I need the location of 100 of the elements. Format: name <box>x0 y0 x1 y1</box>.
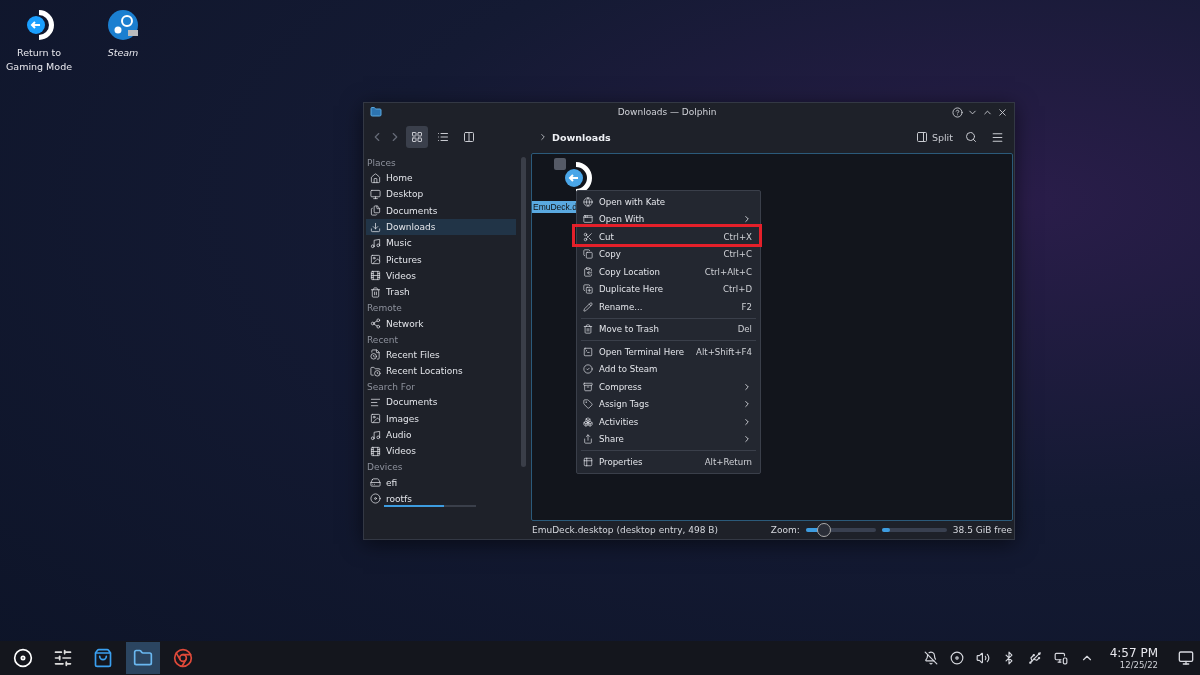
place-icon <box>370 318 381 329</box>
menu-item[interactable]: Properties Alt+Return <box>577 453 760 471</box>
menu-item[interactable]: Open Terminal Here Alt+Shift+F4 <box>577 343 760 361</box>
desktop-icon-label[interactable]: Steam <box>107 46 139 60</box>
details-view-icon <box>437 131 449 143</box>
menu-item[interactable]: Cut Ctrl+X <box>577 228 760 246</box>
menu-item-icon <box>583 364 593 375</box>
menu-item[interactable]: Rename... F2 <box>577 298 760 316</box>
sidebar-item[interactable]: Pictures <box>366 251 516 268</box>
file-name[interactable]: EmuDeck.d <box>532 201 578 213</box>
search-icon <box>965 131 977 143</box>
sidebar-item[interactable]: Audio <box>366 426 516 444</box>
sidebar-item[interactable]: Documents <box>366 202 516 219</box>
sidebar-item[interactable]: Images <box>366 410 516 427</box>
menu-item[interactable]: Open With <box>577 210 760 228</box>
menu-item-icon <box>583 284 593 295</box>
menu-item-icon <box>583 301 593 312</box>
sidebar-item[interactable]: Home <box>366 170 516 187</box>
menu-item[interactable]: Add to Steam <box>577 360 760 378</box>
menu-icon <box>990 130 1004 144</box>
clock-time[interactable]: 4:57 PM <box>1109 646 1158 660</box>
menu-item-icon <box>583 416 593 427</box>
free-space-text: 38.5 GiB free <box>952 525 1012 535</box>
sidebar-item[interactable]: Recent Files <box>366 346 516 363</box>
place-icon <box>370 254 381 266</box>
place-icon <box>370 477 381 489</box>
sidebar-heading: Search For <box>366 381 416 395</box>
place-icon <box>370 413 381 425</box>
menu-item[interactable]: Activities <box>577 413 760 431</box>
place-icon <box>370 270 381 282</box>
menu-item-icon <box>583 266 593 277</box>
status-text: EmuDeck.desktop (desktop entry, 498 B) <box>532 525 719 535</box>
sidebar-item[interactable]: Trash <box>366 284 516 301</box>
sidebar-item[interactable]: Downloads <box>366 218 516 236</box>
place-icon <box>370 172 381 184</box>
menu-item-icon <box>583 231 593 242</box>
shopping-bag-icon <box>93 648 113 668</box>
place-icon <box>370 205 381 217</box>
menu-item-icon <box>583 324 593 335</box>
view-mode-button[interactable] <box>406 126 428 148</box>
sidebar-item[interactable]: Network <box>366 315 516 332</box>
sidebar-item[interactable]: Videos <box>366 443 516 460</box>
breadcrumb[interactable]: Downloads <box>552 131 611 143</box>
menu-item-icon <box>583 196 593 207</box>
sidebar-item[interactable]: Desktop <box>366 186 516 203</box>
menu-item[interactable]: Move to Trash Del <box>577 320 760 338</box>
sidebar-heading: Recent <box>366 333 400 347</box>
place-icon <box>370 429 381 441</box>
menu-item[interactable]: Copy Location Ctrl+Alt+C <box>577 263 760 281</box>
sidebar-item[interactable]: efi <box>366 474 516 491</box>
sidebar-item[interactable]: rootfs <box>366 490 516 508</box>
menu-item-icon <box>583 399 593 410</box>
place-icon <box>370 396 381 408</box>
split-button[interactable]: Split <box>912 126 956 148</box>
folder-icon <box>370 106 382 118</box>
usb-drive-icon[interactable] <box>1027 651 1042 665</box>
menu-item-icon <box>583 214 593 225</box>
network-icon[interactable] <box>1053 651 1068 665</box>
folder-icon <box>133 648 153 668</box>
window-title: Downloads — Dolphin <box>616 107 718 117</box>
place-icon <box>370 365 381 377</box>
place-icon <box>370 221 381 233</box>
place-icon <box>370 237 381 249</box>
desktop-icon-label[interactable]: Return to Gaming Mode <box>4 46 74 74</box>
notifications-muted-icon[interactable] <box>923 651 938 665</box>
menu-item[interactable]: Compress <box>577 378 760 396</box>
sidebar-item[interactable]: Documents <box>366 394 516 411</box>
sidebar-item[interactable]: Recent Locations <box>366 362 516 380</box>
browser-icon <box>173 648 193 668</box>
menu-item-icon <box>583 434 593 445</box>
menu-item-icon <box>583 249 593 260</box>
clock-date[interactable]: 12/25/22 <box>1119 660 1158 670</box>
menu-item[interactable]: Copy Ctrl+C <box>577 245 760 263</box>
scrollbar[interactable] <box>521 157 526 467</box>
sidebar-item[interactable]: Videos <box>366 267 516 285</box>
menu-item-icon <box>583 346 593 357</box>
sidebar-heading: Remote <box>366 302 403 316</box>
place-icon <box>370 349 381 361</box>
sliders-icon <box>53 648 73 668</box>
sidebar-heading: Places <box>366 157 397 170</box>
menu-item[interactable]: Open with Kate <box>577 193 760 211</box>
close-icon[interactable] <box>997 106 1008 118</box>
sidebar-item[interactable]: Music <box>366 235 516 252</box>
place-icon <box>370 493 381 505</box>
place-icon <box>370 286 381 298</box>
zoom-label: Zoom: <box>770 525 800 535</box>
split-panel-icon <box>915 131 928 143</box>
place-icon <box>370 445 381 457</box>
help-icon[interactable] <box>952 106 963 118</box>
disc-icon <box>13 648 33 668</box>
menu-item-icon <box>583 456 593 467</box>
menu-item[interactable]: Duplicate Here Ctrl+D <box>577 280 760 298</box>
show-desktop-icon[interactable] <box>1178 650 1194 666</box>
sidebar-heading: Devices <box>366 461 404 475</box>
menu-item-icon <box>583 381 593 392</box>
menu-item[interactable]: Assign Tags <box>577 395 760 413</box>
zoom-slider-thumb[interactable] <box>817 523 832 537</box>
menu-item[interactable]: Share <box>577 430 760 448</box>
place-icon <box>370 188 381 200</box>
volume-icon[interactable] <box>975 651 990 665</box>
